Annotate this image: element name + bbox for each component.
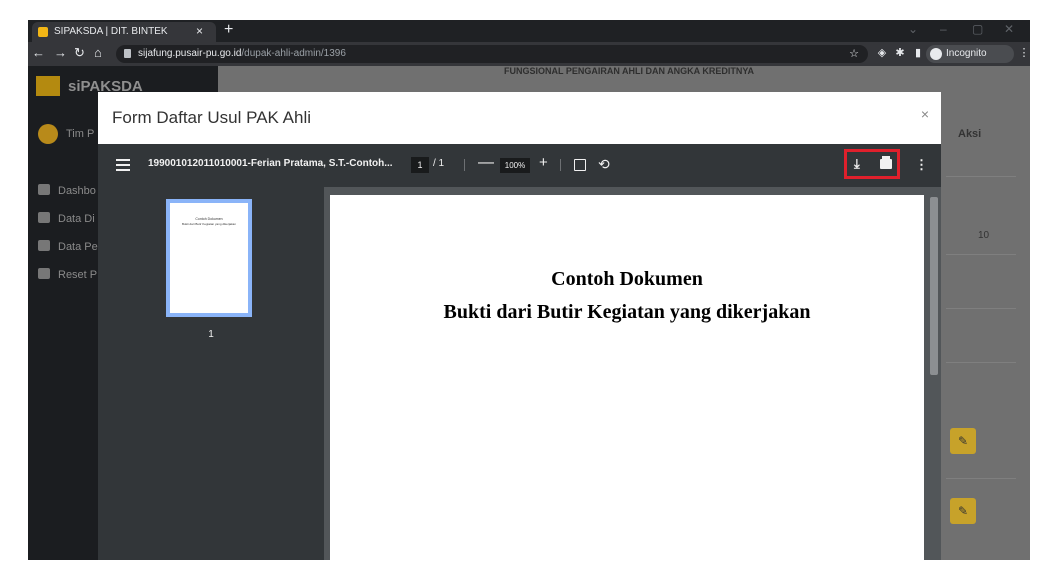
extensions-puzzle-icon[interactable]: ✱ [894,47,906,59]
row-divider [946,362,1016,363]
home-icon[interactable]: ⌂ [94,45,102,60]
document-title: 199001012011010001-Ferian Pratama, S.T.-… [148,158,393,169]
rotate-icon[interactable]: ⟲ [598,156,610,173]
table-caption: FUNGSIONAL PENGAIRAN AHLI DAN ANGKA KRED… [503,66,754,76]
sidebar-item-label: Dashbo [58,185,96,197]
print-icon[interactable] [880,156,892,169]
more-actions-icon[interactable]: ⋮ [915,157,928,173]
zoom-out-button[interactable]: — [478,154,494,172]
reload-icon[interactable]: ↻ [74,45,85,61]
side-panel-icon[interactable]: ▮ [912,47,924,59]
address-bar: ← → ↻ ⌂ sijafung.pusair-pu.go.id/dupak-a… [28,42,1030,66]
maximize-button[interactable]: ▢ [972,22,983,36]
page-number-input[interactable]: 1 [411,157,429,173]
forward-arrow-icon[interactable]: → [54,45,67,60]
user-name: Tim P [66,128,95,140]
sidebar-item-label: Data Pe [58,241,98,253]
brand-logo [36,76,60,96]
row-divider [946,254,1016,255]
row-divider [946,176,1016,177]
thumbnail-pane: Contoh Dokumen Bukti dari Butir Kegiatan… [98,187,324,560]
url-text: sijafung.pusair-pu.go.id/dupak-ahli-admi… [138,48,346,59]
fit-page-icon[interactable] [574,159,586,171]
browser-menu-icon[interactable]: ⋮ [1018,47,1030,59]
scrollbar[interactable] [928,187,940,560]
back-arrow-icon[interactable]: ← [32,45,45,60]
sidebar-item-data-diri[interactable]: Data Di [38,212,95,225]
tab-close-icon[interactable]: × [196,24,203,38]
sidebar-item-dashboard[interactable]: Dashbo [38,184,96,197]
modal-title: Form Daftar Usul PAK Ahli [112,108,312,127]
zoom-level-input[interactable]: 100% [500,158,530,173]
tab-bar: SIPAKSDA | DIT. BINTEK × + ⌄ – ▢ ✕ [28,20,1030,42]
page-subheading: Bukti dari Butir Kegiatan yang dikerjaka… [443,301,811,323]
incognito-label: Incognito [946,48,987,59]
browser-tab[interactable]: SIPAKSDA | DIT. BINTEK × [32,22,216,42]
thumbnail-subheading: Bukti dari Butir Kegiatan yang dikerjaka… [181,222,237,226]
row-divider [946,308,1016,309]
edit-button[interactable]: ✎ [950,428,976,454]
form-modal: Form Daftar Usul PAK Ahli × 199001012011… [98,92,941,560]
thumbnail-heading: Contoh Dokumen [195,217,223,221]
lock-icon [124,49,131,58]
key-icon [38,268,50,279]
incognito-badge[interactable]: Incognito [926,45,1014,63]
extension-shield-icon[interactable]: ◈ [876,47,888,59]
pdf-page: Contoh Dokumen Bukti dari Butir Kegiatan… [330,195,924,560]
pdf-toolbar: 199001012011010001-Ferian Pratama, S.T.-… [98,144,941,187]
toolbar-divider [464,159,465,171]
document-area: Contoh Dokumen Bukti dari Butir Kegiatan… [324,187,941,560]
avatar [38,124,58,144]
row-divider [946,478,1016,479]
url-field[interactable]: sijafung.pusair-pu.go.id/dupak-ahli-admi… [116,45,868,63]
download-icon[interactable]: ⤓ [854,156,860,172]
id-card-icon [38,212,50,223]
edit-button[interactable]: ✎ [950,498,976,524]
list-icon [38,240,50,251]
new-tab-button[interactable]: + [224,21,233,39]
sidebar-toggle-icon[interactable] [116,159,130,171]
tab-search-icon[interactable]: ⌄ [908,22,918,36]
scrollbar-thumb[interactable] [930,197,938,375]
pdf-viewer: 199001012011010001-Ferian Pratama, S.T.-… [98,144,941,560]
incognito-icon [930,48,942,60]
thumbnail-page-number: 1 [208,329,214,340]
zoom-in-button[interactable]: + [539,154,548,171]
modal-close-icon[interactable]: × [921,106,929,122]
favicon-icon [38,27,48,37]
dashboard-icon [38,184,50,195]
browser-window: SIPAKSDA | DIT. BINTEK × + ⌄ – ▢ ✕ ← → ↻… [28,20,1030,560]
sidebar-item-data-pe[interactable]: Data Pe [38,240,98,253]
page-heading: Contoh Dokumen [551,268,703,290]
minimize-button[interactable]: – [940,22,947,36]
sidebar-item-reset[interactable]: Reset P [38,268,97,281]
bookmark-star-icon[interactable]: ☆ [848,48,860,60]
window-close-button[interactable]: ✕ [1004,22,1014,36]
toolbar-divider [560,159,561,171]
tab-title: SIPAKSDA | DIT. BINTEK [54,26,168,37]
sidebar-item-label: Data Di [58,213,95,225]
table-cell: 10 [978,230,990,241]
page-thumbnail[interactable]: Contoh Dokumen Bukti dari Butir Kegiatan… [166,199,252,317]
column-header-aksi: Aksi [958,128,982,140]
sidebar-item-label: Reset P [58,269,98,281]
page-total: / 1 [433,158,445,169]
